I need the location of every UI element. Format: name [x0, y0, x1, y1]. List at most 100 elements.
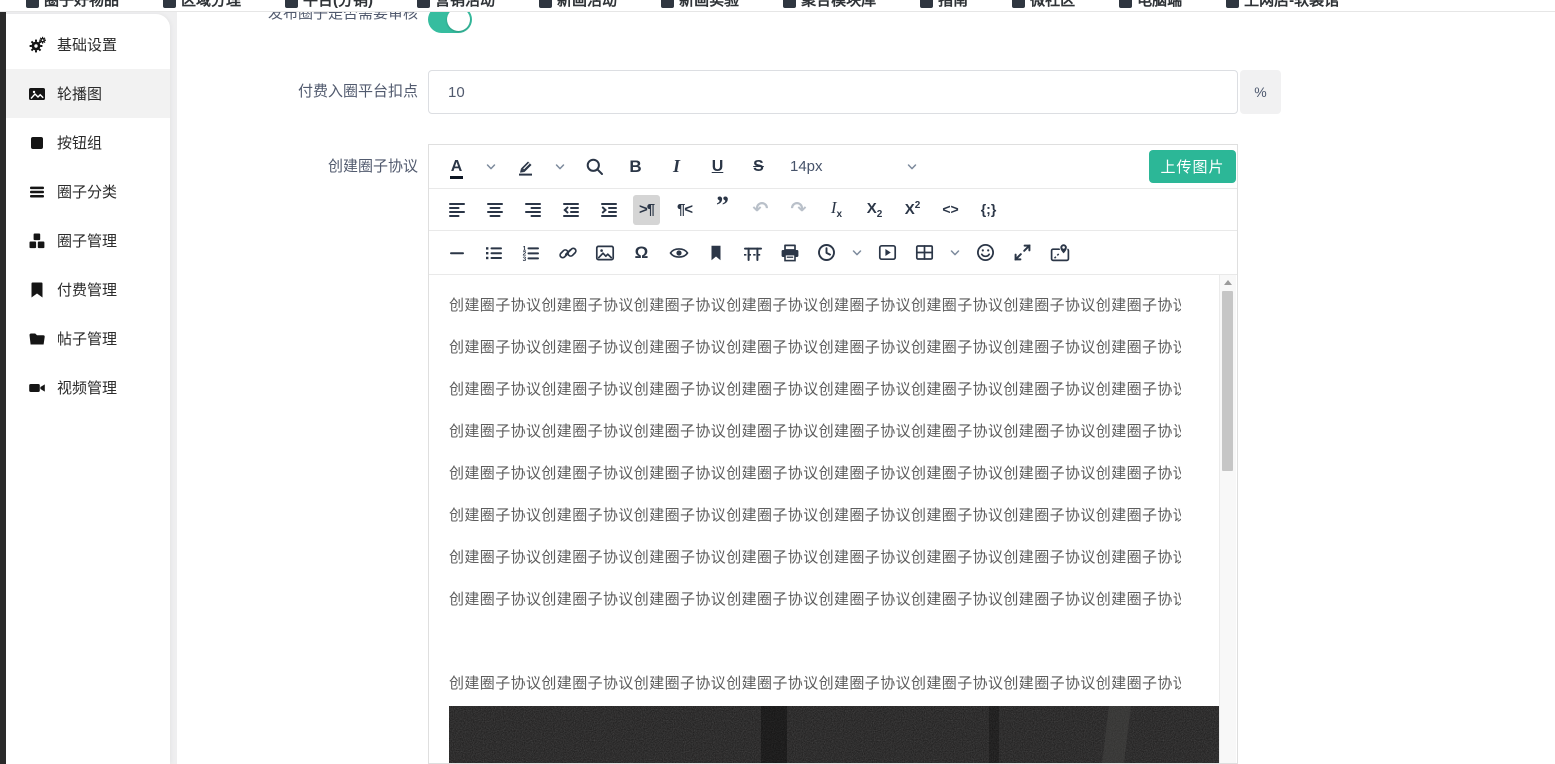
rtl-paragraph-button[interactable]: ¶< — [671, 195, 698, 225]
nav-item[interactable]: 上网店-软装馆 — [1226, 0, 1339, 11]
nav-item[interactable]: 营销活动 — [417, 0, 495, 11]
underline-button[interactable]: U — [704, 152, 731, 182]
insert-map-button[interactable] — [1046, 238, 1073, 268]
nav-item[interactable]: 微社区 — [1012, 0, 1075, 11]
admin-page: 圈子好物品 区域分理 平台(分销) 营销活动 新画活动 新画实验 聚合模块库 指… — [0, 0, 1555, 764]
editor-toolbar-row2: >¶ ¶< ” ↶ ↷ Ix X2 X2 <> {;} — [429, 189, 1237, 231]
nav-item-icon — [539, 0, 553, 8]
font-color-chevron-button[interactable] — [484, 152, 498, 182]
scrollbar-up-arrow-icon[interactable] — [1224, 280, 1232, 285]
nav-item[interactable]: 电脑端 — [1119, 0, 1182, 11]
sidebar-item-基础设置[interactable]: 基础设置 — [6, 20, 170, 69]
link-button[interactable] — [554, 238, 581, 268]
nav-item-icon — [661, 0, 675, 8]
strikethrough-button[interactable]: S — [745, 152, 772, 182]
insert-table-chevron-icon — [949, 247, 961, 259]
bold-button[interactable]: B — [622, 152, 649, 182]
sidebar-item-视频管理[interactable]: 视频管理 — [6, 363, 170, 412]
special-character-button[interactable]: Ω — [628, 238, 655, 268]
italic-icon: I — [672, 156, 680, 176]
sidebar-item-轮播图[interactable]: 轮播图 — [6, 69, 170, 118]
emoticon-button[interactable] — [972, 238, 999, 268]
search-button[interactable] — [581, 152, 608, 182]
nav-item[interactable]: 聚合模块库 — [783, 0, 876, 11]
undo-button[interactable]: ↶ — [747, 195, 774, 225]
upload-image-button[interactable]: 上传图片 — [1149, 150, 1236, 183]
italic-button[interactable]: I — [663, 152, 690, 182]
font-size-select[interactable]: 14px — [786, 152, 918, 182]
nav-item[interactable]: 圈子好物品 — [26, 0, 119, 11]
editor-content[interactable]: 创建圈子协议创建圈子协议创建圈子协议创建圈子协议创建圈子协议创建圈子协议创建圈子… — [429, 275, 1237, 763]
insert-video-button[interactable] — [874, 238, 901, 268]
sidebar-item-帖子管理[interactable]: 帖子管理 — [6, 314, 170, 363]
nav-item[interactable]: 新画活动 — [539, 0, 617, 11]
emoticon-icon — [976, 243, 995, 262]
ltr-paragraph-button[interactable]: >¶ — [633, 194, 660, 225]
nav-item[interactable]: 新画实验 — [661, 0, 739, 11]
align-left-icon — [448, 200, 466, 219]
review-toggle[interactable] — [428, 11, 472, 33]
align-right-button[interactable] — [519, 195, 546, 225]
highlight-color-chevron-button[interactable] — [553, 152, 567, 182]
highlight-color-button[interactable] — [512, 152, 539, 182]
superscript-icon: X2 — [904, 200, 921, 218]
deduction-label: 付费入圈平台扣点 — [297, 83, 418, 100]
sidebar-item-圈子分类[interactable]: 圈子分类 — [6, 167, 170, 216]
editor-paragraph — [449, 631, 1181, 652]
code-block-button[interactable]: {;} — [975, 195, 1002, 225]
insert-time-chevron-icon — [851, 247, 863, 259]
ordered-list-button[interactable]: 123 — [517, 238, 544, 268]
fullscreen-button[interactable] — [1009, 238, 1036, 268]
nav-item[interactable]: 指南 — [920, 0, 968, 11]
page-break-button[interactable] — [739, 238, 766, 268]
insert-image-icon — [595, 244, 615, 262]
sidebar-item-按钮组[interactable]: 按钮组 — [6, 118, 170, 167]
clear-format-button[interactable]: Ix — [823, 195, 850, 225]
rtl-paragraph-icon: ¶< — [676, 200, 693, 218]
font-color-button[interactable]: A — [443, 152, 470, 182]
ordered-list-icon: 123 — [521, 244, 540, 262]
highlight-color-chevron-icon — [554, 161, 566, 173]
print-button[interactable] — [776, 238, 803, 268]
align-center-icon — [486, 200, 504, 219]
nav-item-icon — [1012, 0, 1026, 8]
deduction-input[interactable] — [428, 70, 1238, 114]
sidebar-item-圈子管理[interactable]: 圈子管理 — [6, 216, 170, 265]
editor-toolbar-row3: 123 Ω — [429, 231, 1237, 275]
unordered-list-button[interactable] — [480, 238, 507, 268]
sidebar-item-付费管理[interactable]: 付费管理 — [6, 265, 170, 314]
preview-button[interactable] — [665, 238, 692, 268]
align-right-icon — [524, 200, 542, 219]
strikethrough-icon: S — [753, 157, 764, 175]
redo-button[interactable]: ↷ — [785, 195, 812, 225]
editor-paragraph: 创建圈子协议创建圈子协议创建圈子协议创建圈子协议创建圈子协议创建圈子协议创建圈子… — [449, 465, 1181, 482]
font-color-chevron-icon — [485, 161, 497, 173]
ltr-paragraph-icon: >¶ — [638, 200, 655, 218]
insert-table-button[interactable] — [911, 238, 938, 268]
align-left-button[interactable] — [443, 195, 470, 225]
align-center-button[interactable] — [481, 195, 508, 225]
insert-time-chevron-button[interactable] — [850, 238, 864, 268]
nav-item[interactable]: 平台(分销) — [285, 0, 373, 11]
horizontal-rule-button[interactable] — [443, 238, 470, 268]
content-image[interactable] — [449, 706, 1221, 763]
scrollbar-thumb[interactable] — [1222, 291, 1233, 471]
square-icon — [28, 134, 46, 152]
nav-item[interactable]: 区域分理 — [163, 0, 241, 11]
insert-time-button[interactable] — [813, 238, 840, 268]
anchor-button[interactable] — [702, 238, 729, 268]
subscript-button[interactable]: X2 — [861, 195, 888, 225]
bold-icon: B — [629, 156, 642, 176]
blockquote-button[interactable]: ” — [709, 193, 736, 225]
superscript-button[interactable]: X2 — [899, 195, 926, 225]
editor-scrollbar[interactable] — [1219, 275, 1236, 763]
insert-image-button[interactable] — [591, 238, 618, 268]
undo-icon: ↶ — [752, 198, 769, 220]
outdent-button[interactable] — [557, 195, 584, 225]
indent-button[interactable] — [595, 195, 622, 225]
inline-code-button[interactable]: <> — [937, 195, 964, 225]
insert-table-chevron-button[interactable] — [948, 238, 962, 268]
agreement-label: 创建圈子协议 — [327, 158, 418, 175]
subscript-icon: X2 — [866, 199, 883, 220]
review-toggle-label: 发布圈子是否需要审核 — [267, 11, 418, 22]
